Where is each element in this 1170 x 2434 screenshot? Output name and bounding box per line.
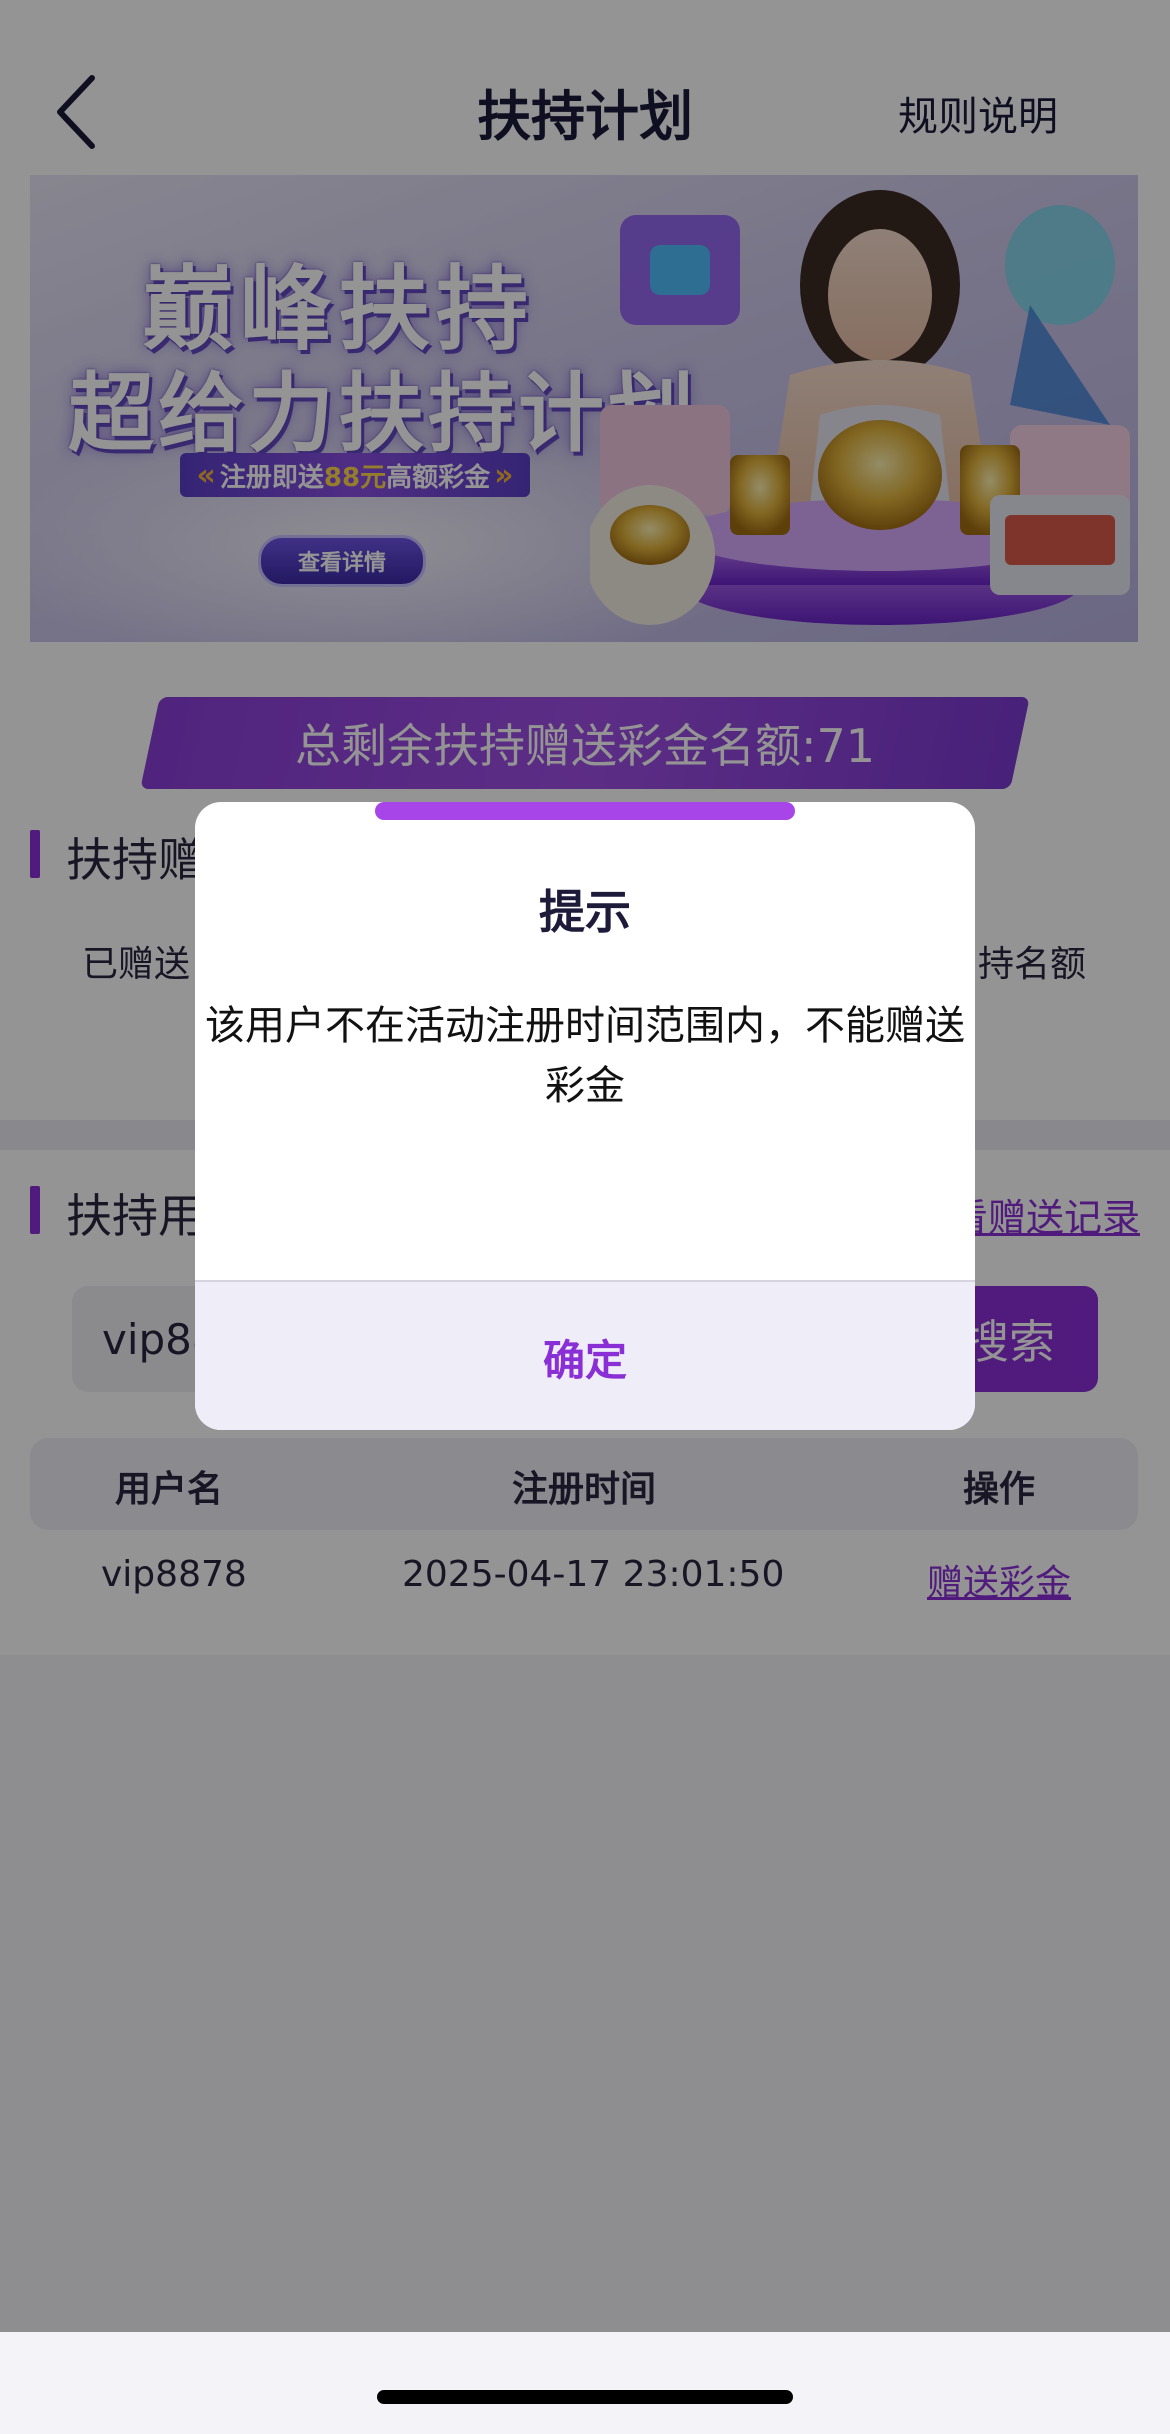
dialog-message: 该用户不在活动注册时间范围内，不能赠送彩金 bbox=[205, 1003, 965, 1109]
dialog-footer: 确定 bbox=[195, 1280, 975, 1430]
home-indicator bbox=[377, 2390, 793, 2404]
confirm-button[interactable]: 确定 bbox=[195, 1282, 975, 1430]
alert-dialog: 提示 该用户不在活动注册时间范围内，不能赠送彩金 确定 bbox=[195, 802, 975, 1430]
dialog-accent-strip bbox=[375, 802, 795, 820]
dialog-title: 提示 bbox=[539, 885, 631, 939]
